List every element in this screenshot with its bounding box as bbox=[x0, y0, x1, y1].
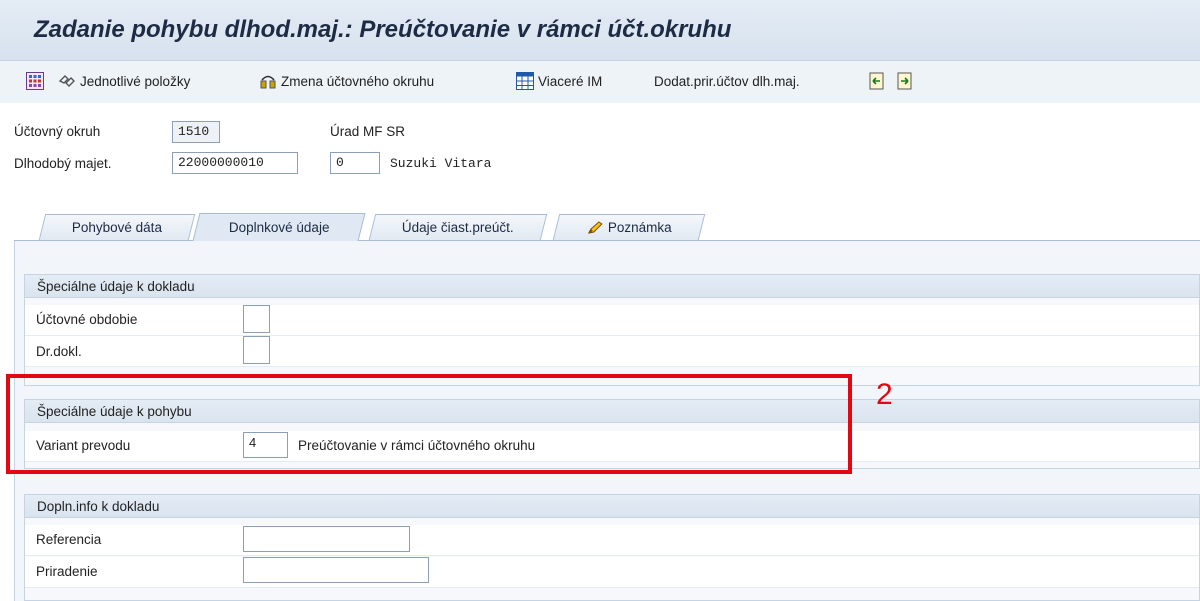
assignment-label: Priradenie bbox=[36, 564, 98, 579]
pencil-icon bbox=[587, 220, 603, 234]
document-type-field[interactable] bbox=[243, 336, 270, 364]
import-icon bbox=[869, 72, 887, 90]
reference-field[interactable] bbox=[243, 526, 410, 552]
reference-label: Referencia bbox=[36, 532, 102, 547]
asset-number-label: Dlhodobý majet. bbox=[14, 156, 112, 171]
company-code-label: Účtovný okruh bbox=[14, 124, 101, 139]
add-assignments-button[interactable]: Dodat.prir.účtov dlh.maj. bbox=[654, 70, 800, 92]
multi-grid-button[interactable] bbox=[26, 70, 44, 92]
multiple-assets-button[interactable]: Viaceré IM bbox=[516, 70, 602, 92]
field-row bbox=[25, 336, 1199, 367]
asset-description: Suzuki Vitara bbox=[390, 156, 492, 171]
field-row bbox=[25, 557, 1199, 588]
field-row bbox=[25, 305, 1199, 336]
group-document-info-title: Dopln.info k dokladu bbox=[24, 494, 1200, 518]
asset-number-field[interactable]: 22000000010 bbox=[172, 152, 298, 174]
posting-period-label: Účtovné obdobie bbox=[36, 312, 138, 327]
group-document-special-title: Špeciálne údaje k dokladu bbox=[24, 274, 1200, 298]
tab-additional-data-label: Doplnkové údaje bbox=[228, 220, 330, 235]
highlight-box bbox=[6, 374, 852, 474]
posting-period-field[interactable] bbox=[243, 305, 270, 333]
company-code-description: Úrad MF SR bbox=[330, 124, 406, 139]
single-items-label: Jednotlivé položky bbox=[80, 73, 191, 89]
window-title: Zadanie pohybu dlhod.maj.: Preúčtovanie … bbox=[34, 16, 732, 43]
single-items-button[interactable]: Jednotlivé položky bbox=[58, 70, 190, 92]
asset-subnumber-field[interactable]: 0 bbox=[330, 152, 380, 174]
tab-movement-data-label: Pohybové dáta bbox=[71, 220, 162, 235]
field-row bbox=[25, 525, 1199, 556]
multiple-assets-label: Viaceré IM bbox=[538, 73, 603, 89]
tab-additional-data[interactable]: Doplnkové údaje bbox=[192, 213, 366, 241]
multi-grid-icon bbox=[26, 72, 44, 90]
tab-movement-data[interactable]: Pohybové dáta bbox=[38, 214, 196, 240]
add-assignments-label: Dodat.prir.účtov dlh.maj. bbox=[654, 73, 800, 89]
change-company-code-button[interactable]: Zmena účtovného okruhu bbox=[259, 70, 434, 92]
export-button[interactable] bbox=[897, 70, 915, 92]
assignment-field[interactable] bbox=[243, 557, 429, 583]
tab-note-label: Poznámka bbox=[607, 220, 672, 235]
switch-icon bbox=[259, 72, 277, 90]
callout-number: 2 bbox=[876, 378, 893, 411]
export-icon bbox=[897, 72, 915, 90]
items-icon bbox=[58, 72, 76, 90]
document-type-label: Dr.dokl. bbox=[36, 344, 82, 359]
tab-note[interactable]: Poznámka bbox=[552, 214, 706, 240]
company-code-field: 1510 bbox=[172, 121, 220, 143]
change-company-code-label: Zmena účtovného okruhu bbox=[281, 73, 435, 89]
import-button[interactable] bbox=[869, 70, 887, 92]
table-icon bbox=[516, 72, 534, 90]
tab-partial-transfer-data[interactable]: Údaje čiast.preúčt. bbox=[368, 214, 548, 240]
tab-partial-transfer-label: Údaje čiast.preúčt. bbox=[401, 220, 514, 235]
